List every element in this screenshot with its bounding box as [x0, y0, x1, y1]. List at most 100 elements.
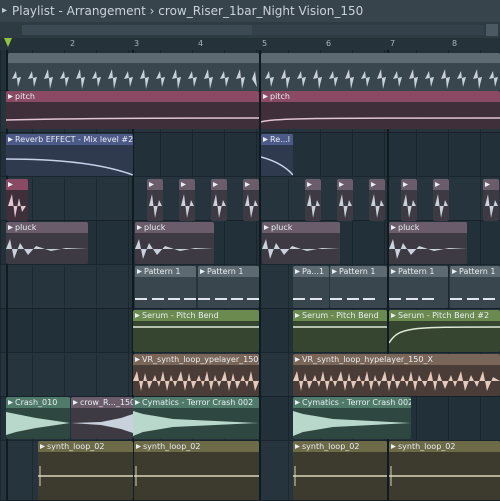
clip-label: Pattern 1 [330, 266, 387, 277]
sample-clip[interactable] [211, 179, 227, 221]
automation-clip[interactable]: Serum - Pitch Bend #2 [389, 310, 500, 352]
drum-clip[interactable] [261, 53, 500, 91]
pattern-clip[interactable]: Pattern 1 [198, 266, 259, 308]
audio-clip[interactable]: VR_synth_loop_hypelayer_150_X [293, 354, 500, 396]
clip-body [389, 321, 500, 352]
waveform [339, 194, 352, 218]
automation-clip[interactable]: Serum - Pitch Bend [293, 310, 387, 352]
clip-label: synth_loop_02 [389, 441, 500, 452]
clip-body [293, 408, 411, 439]
breadcrumb-separator: › [149, 4, 155, 18]
sample-clip[interactable] [243, 179, 259, 221]
automation-clip[interactable]: Serum - Pitch Bend [133, 310, 259, 352]
clip-body [389, 452, 500, 500]
sample-clip[interactable] [433, 179, 449, 221]
sample-clip[interactable] [147, 179, 163, 221]
automation-clip[interactable]: Re...l [261, 134, 293, 176]
clip-label: Serum - Pitch Bend #2 [389, 310, 500, 321]
waveform [135, 239, 214, 259]
sample-clip[interactable] [369, 179, 385, 221]
audio-clip[interactable]: synth_loop_02 [293, 441, 387, 500]
clip-body [293, 365, 500, 396]
clip-body [293, 452, 387, 500]
automation-clip[interactable]: pitch [261, 91, 500, 129]
clip-body [293, 321, 387, 352]
sample-clip[interactable] [179, 179, 195, 221]
automation-clip[interactable]: Reverb EFFECT - Mix level #2 [6, 134, 133, 176]
clip-body [147, 190, 163, 221]
clip-body [389, 233, 467, 264]
waveform [181, 194, 194, 218]
clip-label: Crash_010 [6, 397, 70, 408]
overview-bar[interactable] [0, 22, 500, 38]
window-title: Playlist - Arrangement › crow_Riser_1bar… [12, 0, 363, 22]
waveform [293, 466, 387, 486]
waveform [389, 239, 467, 259]
audio-clip[interactable]: synth_loop_02 [389, 441, 500, 500]
pattern-selector[interactable]: crow_Riser_1bar_Night Vision_150 [158, 4, 363, 18]
sample-clip[interactable] [483, 179, 499, 221]
waveform [8, 194, 26, 218]
clip-label: Serum - Pitch Bend [293, 310, 387, 321]
menu-arrow-icon[interactable]: ▸ [2, 0, 10, 22]
audio-clip[interactable]: pluck [6, 222, 88, 264]
clip-label: synth_loop_02 [293, 441, 387, 452]
clip-label: Pattern 1 [135, 266, 196, 277]
title-bar: ▸ Playlist - Arrangement › crow_Riser_1b… [0, 0, 500, 22]
clip-body [261, 102, 500, 129]
clip-body [6, 408, 70, 439]
clip-header [305, 179, 321, 190]
clip-label: pluck [262, 222, 340, 233]
clip-body [133, 365, 259, 396]
clip-body [6, 190, 28, 221]
clip-body [369, 190, 385, 221]
pattern-notes [389, 298, 434, 300]
clip-label: Re...l [261, 134, 293, 145]
audio-clip[interactable]: crow_R..._150 [71, 397, 133, 439]
clip-body [179, 190, 195, 221]
automation-curve [389, 326, 500, 344]
clip-header [179, 179, 195, 190]
drum-clip[interactable] [8, 53, 259, 91]
pattern-clip[interactable]: Pattern 1 [330, 266, 387, 308]
sample-clip[interactable] [305, 179, 321, 221]
clip-body [261, 145, 293, 176]
audio-clip[interactable]: pluck [135, 222, 214, 264]
overview-scroll-region-right[interactable] [252, 25, 484, 35]
clip-label: synth_loop_02 [38, 441, 133, 452]
timeline-ruler[interactable]: 2 3 4 5 6 7 8 [0, 38, 500, 50]
pattern-clip[interactable]: Pattern 1 [135, 266, 196, 308]
clip-label: VR_synth_loop_hypelayer_150_X [293, 354, 500, 365]
clip-body [133, 408, 259, 439]
clip-body [330, 277, 387, 308]
clip-body [71, 408, 133, 439]
audio-clip[interactable]: Cymatics - Terror Crash 002 [133, 397, 259, 439]
audio-clip[interactable]: pluck [389, 222, 467, 264]
clip-body [450, 277, 500, 308]
sample-clip[interactable] [6, 179, 28, 221]
sample-clip[interactable] [337, 179, 353, 221]
bar-number: 2 [70, 39, 76, 48]
automation-curve [261, 117, 500, 123]
clip-label: Pattern 1 [450, 266, 500, 277]
audio-clip[interactable]: synth_loop_02 [134, 441, 259, 500]
clip-label: Reverb EFFECT - Mix level #2 [6, 134, 133, 145]
sample-clip[interactable] [401, 179, 417, 221]
audio-clip[interactable]: pluck [262, 222, 340, 264]
scroll-button[interactable] [486, 24, 498, 36]
pattern-clip[interactable]: Pa...1 [293, 266, 329, 308]
automation-curve [133, 326, 259, 328]
bar-number: 7 [390, 39, 396, 48]
audio-clip[interactable]: VR_synth_loop_ypelayer_150_X [133, 354, 259, 396]
waveform [293, 411, 411, 436]
automation-clip[interactable]: pitch [6, 91, 259, 129]
clip-header [401, 179, 417, 190]
playhead-marker-icon[interactable] [4, 38, 12, 47]
pattern-clip[interactable]: Pattern 1 [389, 266, 448, 308]
pattern-clip[interactable]: Pattern 1 [450, 266, 500, 308]
audio-clip[interactable]: Cymatics - Terror Crash 002 [293, 397, 411, 439]
audio-clip[interactable]: synth_loop_02 [38, 441, 133, 500]
audio-clip[interactable]: Crash_010 [6, 397, 70, 439]
overview-scroll-region[interactable] [22, 25, 252, 35]
playlist-title: Playlist - Arrangement [12, 4, 146, 18]
